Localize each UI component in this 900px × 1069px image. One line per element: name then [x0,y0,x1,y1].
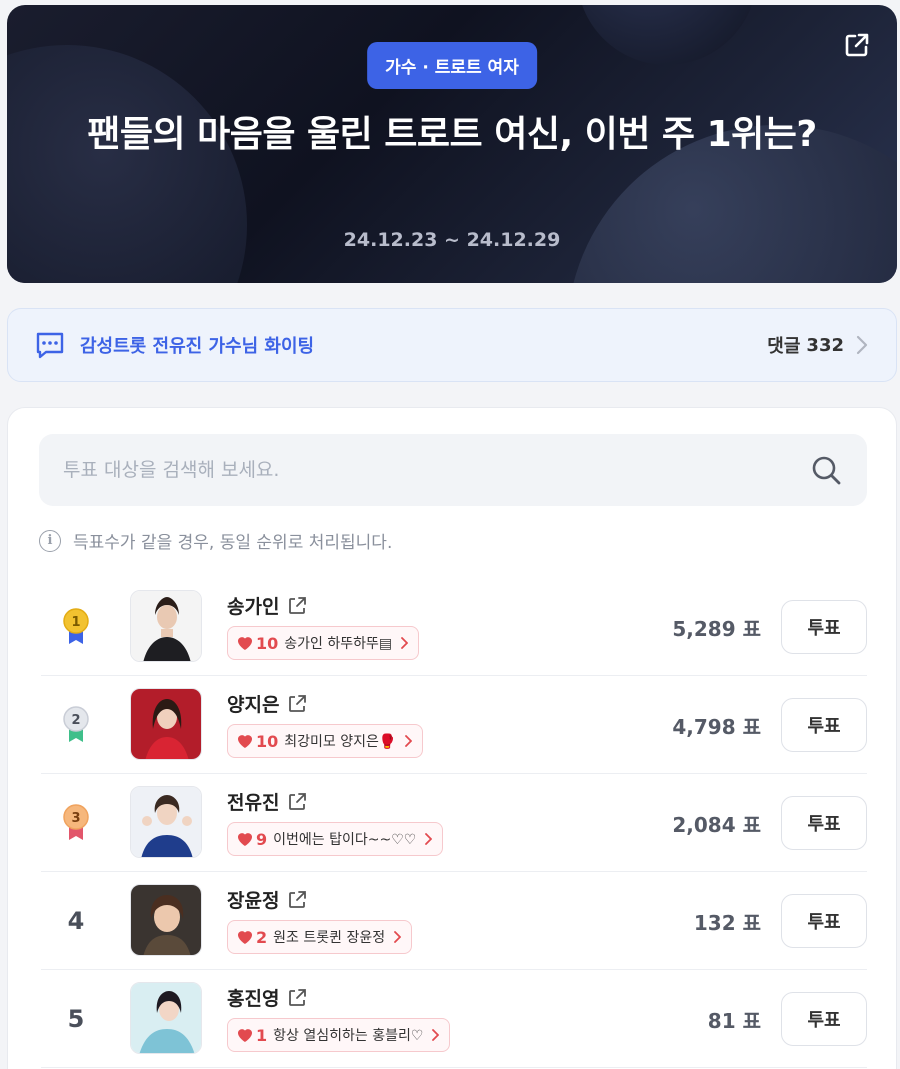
vote-panel: i 득표수가 같을 경우, 동일 순위로 처리됩니다. 1 [7,407,897,1069]
rank-badge: 1 [41,578,111,676]
rank-number: 1 [71,615,80,630]
cheer-text: 항상 열심히하는 홍블리♡ [273,1028,424,1044]
bronze-medal-icon: 3 [63,804,89,840]
vote-count: 4,798 표 [672,714,761,739]
heart-icon [238,931,252,944]
candidate-name[interactable]: 양지은 [227,690,279,717]
comment-count: 332 [806,334,844,356]
chat-icon [36,332,64,359]
notice: i 득표수가 같을 경우, 동일 순위로 처리됩니다. [39,528,392,553]
rank-badge: 2 [41,676,111,774]
chevron-right-icon [394,931,402,943]
rank-number: 5 [67,1005,85,1033]
rank-badge: 5 [41,970,111,1068]
cheer-text: 최강미모 양지은🥊 [284,734,397,750]
gold-medal-icon: 1 [63,608,89,644]
hero-decoration [577,5,757,65]
chevron-right-icon [425,833,433,845]
cheer-message[interactable]: 9 이번에는 탑이다~~♡♡ [227,822,444,856]
page-title: 팬들의 마음을 울린 트로트 여신, 이번 주 1위는? [87,114,817,155]
ranking-row: 3 전유진 9 이번에는 탑이다~~♡♡ 2,084 표 투표 [41,774,867,872]
date-range: 24.12.23 ~ 24.12.29 [343,229,561,251]
vote-button[interactable]: 투표 [781,796,867,850]
silver-medal-icon: 2 [63,706,89,742]
ranking-row: 4 장윤정 2 원조 트롯퀸 장윤정 132 표 투표 [41,872,867,970]
cheer-text: 송가인 하뚜하뚜▤ [284,636,393,652]
search-icon[interactable] [809,453,843,487]
external-link-icon[interactable] [287,596,307,616]
avatar[interactable] [130,982,202,1054]
latest-comment: 감성트롯 전유진 가수님 화이팅 [80,336,315,357]
ranking-list: 1 송가인 10 송가인 하뚜하뚜▤ 5,289 표 투표 2 양지은 10 최… [41,578,867,1068]
heart-icon [238,735,252,748]
vote-count: 81 표 [707,1008,761,1033]
chevron-right-icon [401,637,409,649]
chevron-right-icon [432,1029,440,1041]
vote-button[interactable]: 투표 [781,894,867,948]
heart-count: 10 [256,633,279,653]
vote-count: 5,289 표 [672,616,761,641]
ranking-row: 2 양지은 10 최강미모 양지은🥊 4,798 표 투표 [41,676,867,774]
candidate-name[interactable]: 장윤정 [227,886,279,913]
heart-count: 9 [256,829,268,849]
cheer-message[interactable]: 10 최강미모 양지은🥊 [227,724,424,758]
ranking-row: 5 홍진영 1 항상 열심히하는 홍블리♡ 81 표 투표 [41,970,867,1068]
rank-number: 3 [71,811,80,826]
candidate-name[interactable]: 전유진 [227,788,279,815]
hero-banner: 가수 · 트로트 여자 팬들의 마음을 울린 트로트 여신, 이번 주 1위는?… [7,5,897,283]
candidate-name[interactable]: 송가인 [227,592,279,619]
heart-icon [238,1029,252,1042]
chevron-right-icon [405,735,413,747]
avatar[interactable] [130,590,202,662]
heart-icon [238,833,252,846]
heart-count: 2 [256,927,268,947]
ranking-row: 1 송가인 10 송가인 하뚜하뚜▤ 5,289 표 투표 [41,578,867,676]
heart-count: 10 [256,731,279,751]
vote-count: 2,084 표 [672,812,761,837]
candidate-name[interactable]: 홍진영 [227,984,279,1011]
vote-count: 132 표 [693,910,761,935]
comment-count-label: 댓글 [767,336,801,357]
vote-button[interactable]: 투표 [781,600,867,654]
external-link-icon[interactable] [287,988,307,1008]
search-box[interactable] [39,434,867,506]
external-link-icon[interactable] [287,694,307,714]
share-icon[interactable] [843,31,871,59]
notice-text: 득표수가 같을 경우, 동일 순위로 처리됩니다. [73,533,393,553]
category-badge: 가수 · 트로트 여자 [367,42,537,89]
heart-count: 1 [256,1025,268,1045]
cheer-message[interactable]: 1 항상 열심히하는 홍블리♡ [227,1018,451,1052]
cheer-message[interactable]: 2 원조 트롯퀸 장윤정 [227,920,413,954]
rank-badge: 4 [41,872,111,970]
avatar[interactable] [130,688,202,760]
info-icon: i [39,529,61,552]
vote-button[interactable]: 투표 [781,698,867,752]
rank-number: 4 [67,907,85,935]
cheer-text: 이번에는 탑이다~~♡♡ [273,832,417,848]
rank-number: 2 [71,713,80,728]
external-link-icon[interactable] [287,890,307,910]
search-input[interactable] [63,459,809,481]
rank-badge: 3 [41,774,111,872]
cheer-text: 원조 트롯퀸 장윤정 [273,930,386,946]
vote-button[interactable]: 투표 [781,992,867,1046]
chevron-right-icon [856,335,868,355]
heart-icon [238,637,252,650]
avatar[interactable] [130,786,202,858]
external-link-icon[interactable] [287,792,307,812]
comment-bar[interactable]: 감성트롯 전유진 가수님 화이팅 댓글 332 [7,308,897,382]
cheer-message[interactable]: 10 송가인 하뚜하뚜▤ [227,626,420,660]
avatar[interactable] [130,884,202,956]
